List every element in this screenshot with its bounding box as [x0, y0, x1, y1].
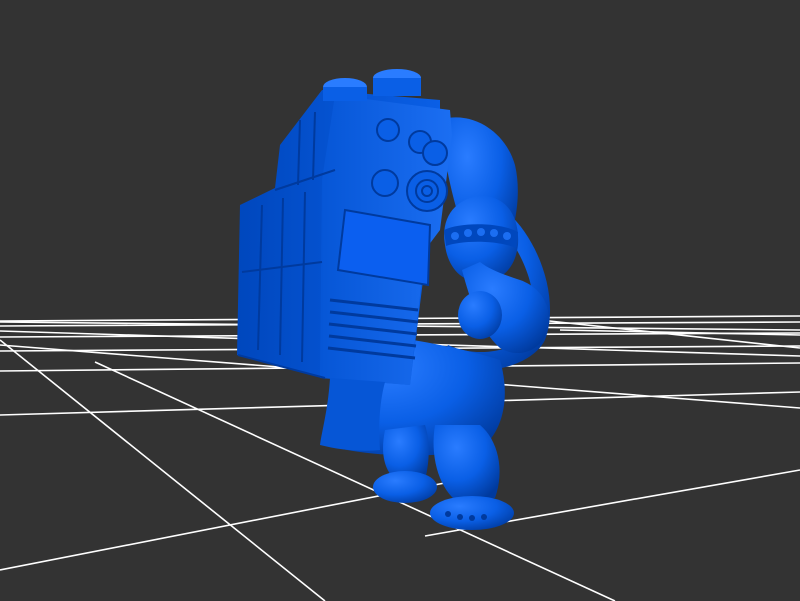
pipe-left-body — [323, 87, 367, 101]
3d-viewport[interactable] — [0, 0, 800, 601]
right-leg — [433, 425, 500, 500]
pipe-right-body — [373, 78, 421, 96]
fist — [458, 291, 502, 339]
right-foot — [430, 496, 514, 530]
coat-flap — [320, 378, 385, 451]
scene-canvas[interactable] — [0, 0, 800, 601]
left-foot — [373, 471, 437, 503]
figure-model[interactable] — [237, 69, 551, 530]
